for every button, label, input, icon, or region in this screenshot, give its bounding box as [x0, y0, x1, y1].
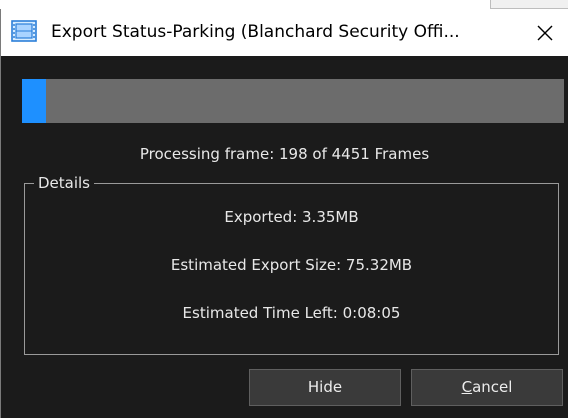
cancel-button[interactable]: Cancel: [411, 369, 563, 406]
export-status-dialog: Export Status-Parking (Blanchard Securit…: [0, 9, 568, 418]
hide-button[interactable]: Hide: [249, 369, 401, 406]
close-button[interactable]: [522, 9, 568, 56]
estimated-time-left: Estimated Time Left: 0:08:05: [182, 304, 401, 322]
estimated-export-size: Estimated Export Size: 75.32MB: [170, 256, 413, 274]
film-strip-icon: [11, 20, 37, 42]
details-group: Details Exported: 3.35MB Estimated Expor…: [24, 173, 559, 355]
details-legend: Details: [34, 173, 95, 193]
page: Export Status-Parking (Blanchard Securit…: [0, 0, 568, 418]
window-title: Export Status-Parking (Blanchard Securit…: [51, 22, 460, 42]
progress-fill: [22, 79, 46, 123]
background-window-edge: [490, 0, 568, 9]
close-icon: [537, 25, 553, 40]
dialog-body: Processing frame: 198 of 4451 Frames Det…: [1, 56, 568, 418]
processing-status: Processing frame: 198 of 4451 Frames: [139, 145, 430, 163]
export-progress-bar: [22, 79, 564, 123]
title-bar[interactable]: Export Status-Parking (Blanchard Securit…: [1, 9, 568, 56]
exported-size: Exported: 3.35MB: [224, 208, 359, 226]
